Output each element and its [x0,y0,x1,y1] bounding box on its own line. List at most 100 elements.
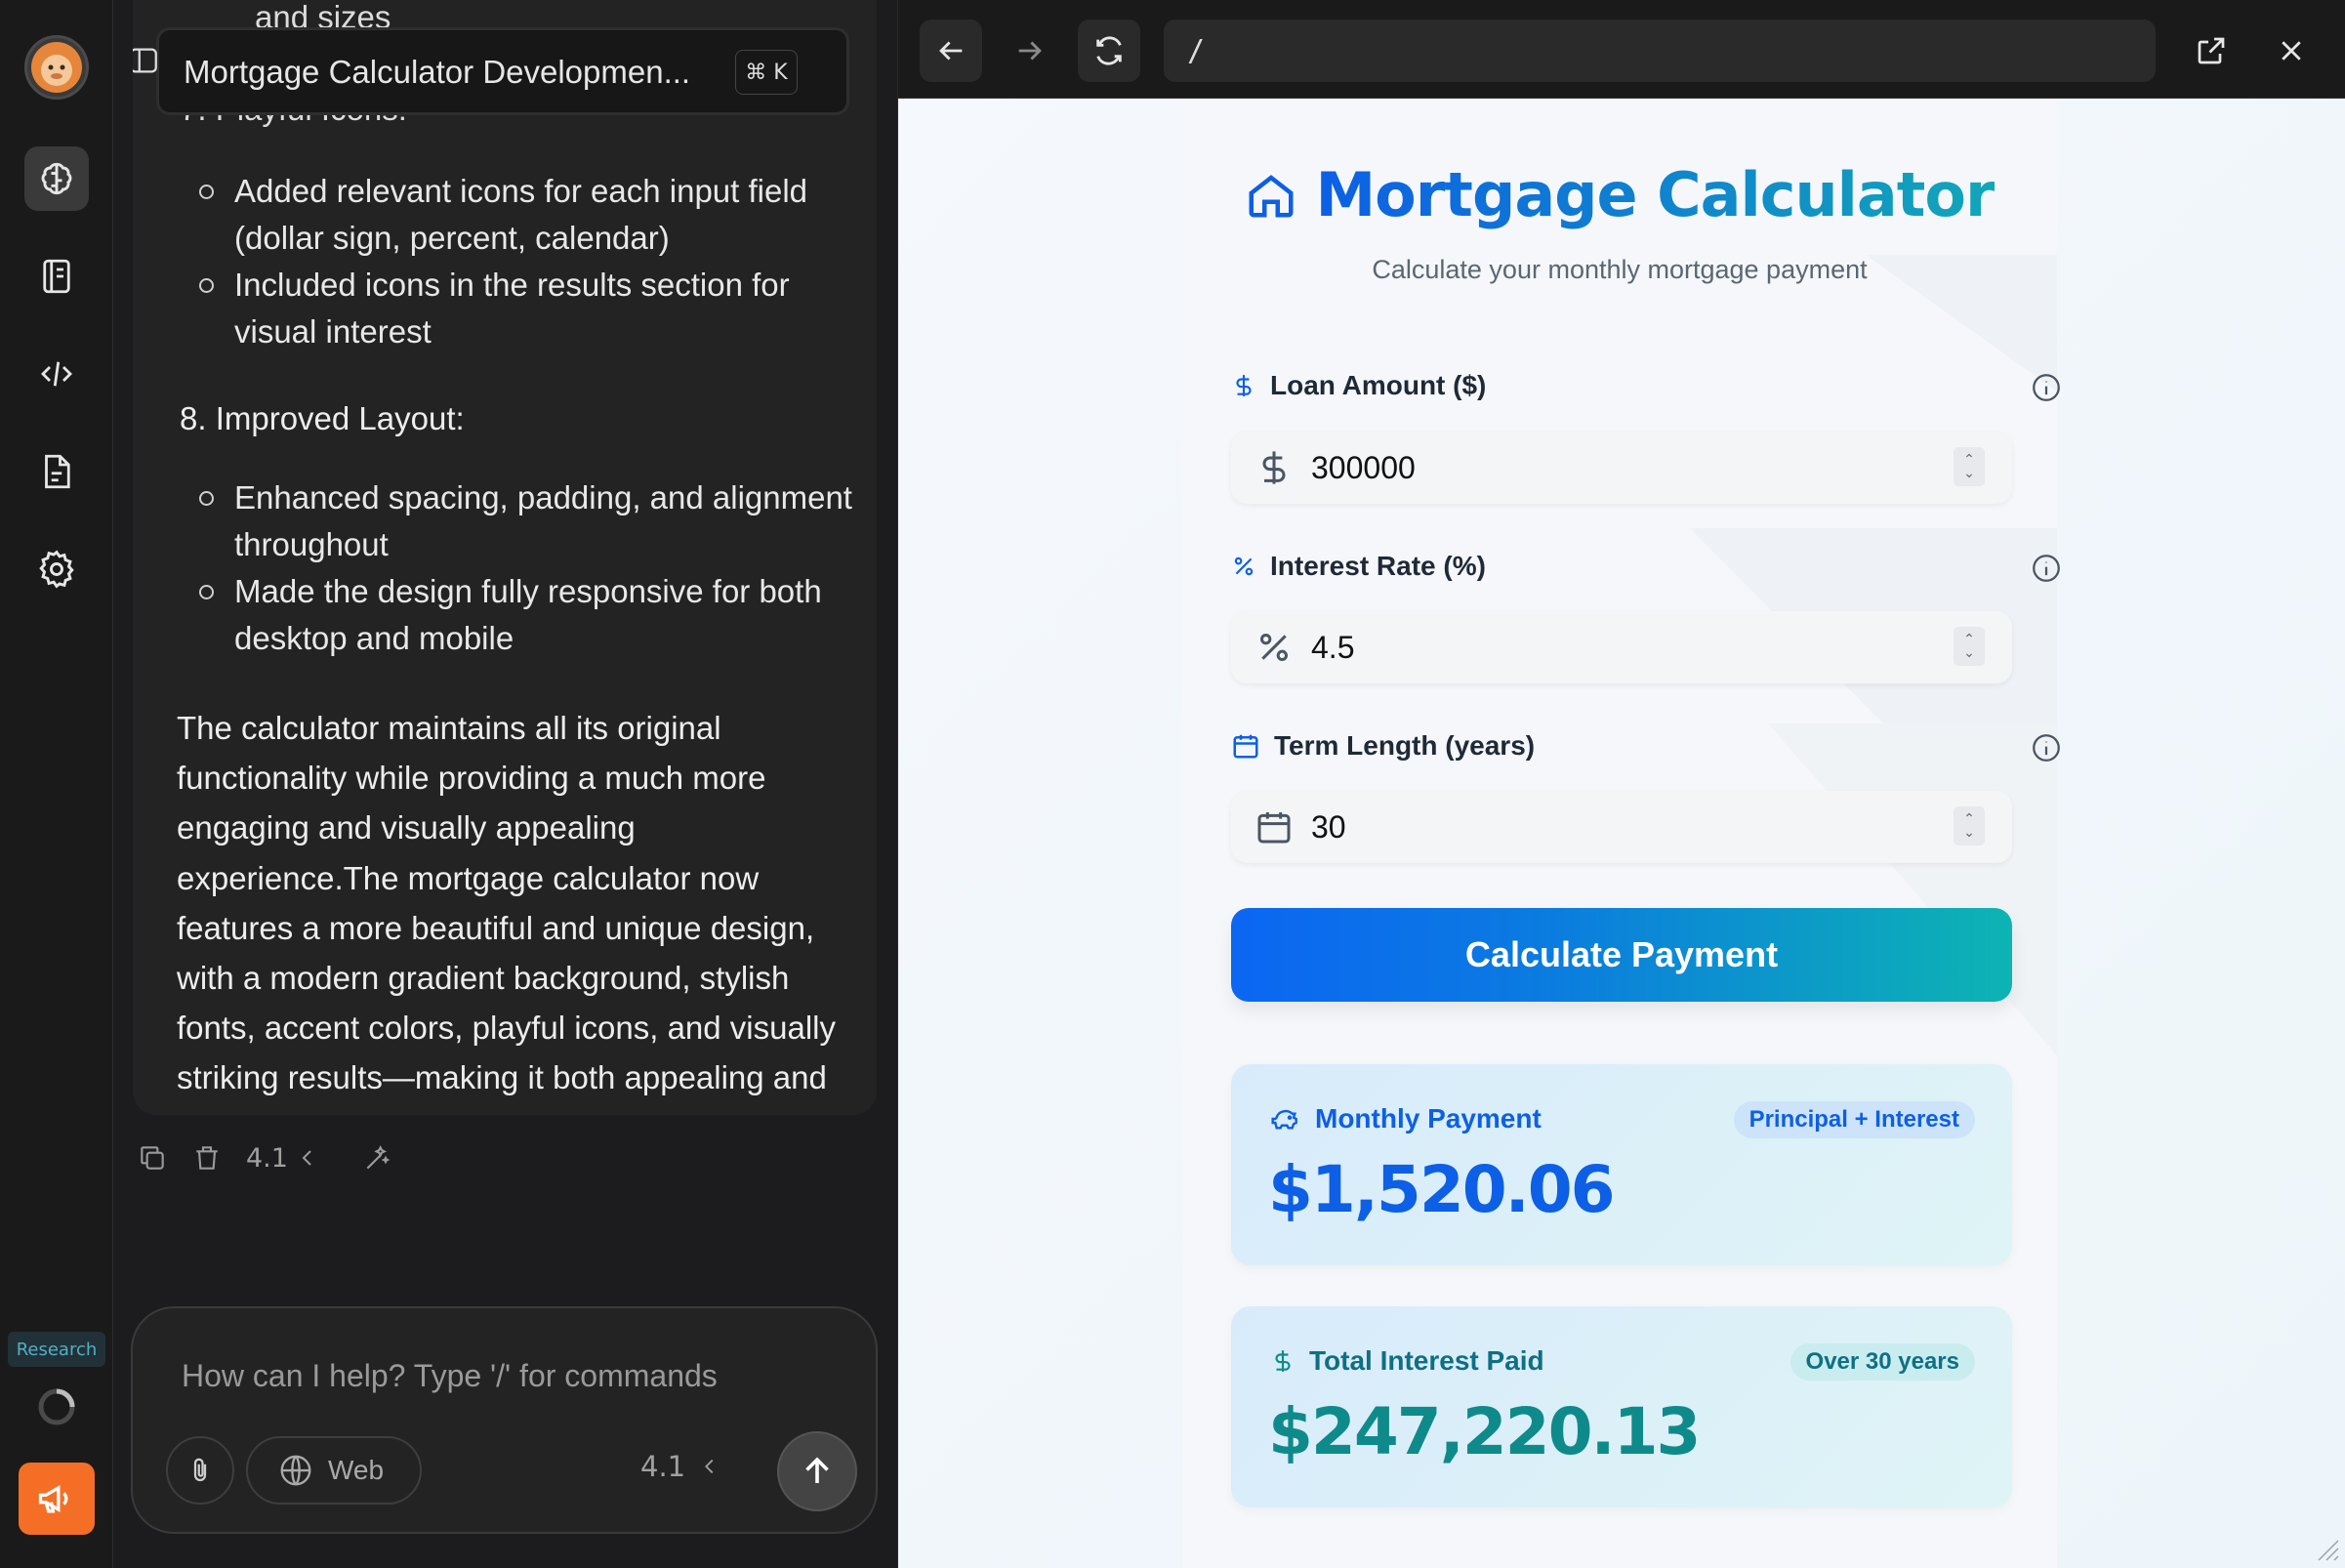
title-text: Mortgage Calculator [1315,159,1995,230]
info-icon[interactable] [2030,731,2063,764]
page-title: Mortgage Calculator [1182,159,2057,230]
calendar-icon [1233,734,1258,759]
arrow-left-icon [939,41,963,61]
web-toggle-button[interactable]: Web [246,1436,422,1505]
chat-panel: and sizes 7. Playful Icons: Mortgage Cal… [113,0,897,1568]
page-subtitle: Calculate your monthly mortgage payment [1372,255,1868,284]
interest-rate-field: ⌃⌄ [1231,611,2012,683]
chevron-left-icon [705,1459,714,1474]
message-composer: Web 4.1 [131,1306,878,1534]
number-stepper[interactable]: ⌃ ⌄ [1954,627,1985,666]
term-length-field: ⌃⌄ [1231,791,2012,863]
message-input[interactable] [182,1351,806,1400]
message-version[interactable]: 4.1 [246,1143,288,1174]
total-interest-label: Total Interest Paid [1270,1345,1544,1377]
dollar-icon [1262,451,1286,484]
paperclip-icon [193,1458,207,1482]
arrow-up-icon [805,1457,829,1483]
number-stepper[interactable]: ⌃ ⌄ [1954,806,1985,846]
improved-layout-heading: 8. Improved Layout: [180,400,465,436]
close-icon [2282,41,2301,61]
announcement-button[interactable] [19,1463,95,1535]
term-length-label: Term Length (years) [1231,730,1535,762]
calculate-payment-button[interactable]: Calculate Payment [1231,908,2012,1002]
external-link-icon [2198,37,2225,64]
number-stepper[interactable]: ⌃ ⌄ [1954,447,1985,486]
improved-layout-list: Enhanced spacing, padding, and alignment… [199,475,855,662]
message-actions: 4.1 [137,1142,417,1174]
loan-amount-label: Loan Amount ($) [1231,370,1486,401]
copy-icon[interactable] [137,1142,168,1174]
url-input[interactable] [1187,33,2156,68]
loan-amount-field: ⌃⌄ [1231,432,2012,504]
back-button[interactable] [920,20,982,82]
calendar-icon [1257,812,1291,844]
send-button[interactable] [777,1431,857,1511]
rail-notebook-button[interactable] [24,244,89,309]
monthly-payment-badge: Principal + Interest [1733,1101,1975,1138]
list-item: Made the design fully responsive for bot… [199,568,855,662]
megaphone-icon [38,1485,68,1513]
app-sidebar: Research [0,0,113,1568]
term-length-input[interactable] [1311,791,1916,863]
total-interest-value: $247,220.13 [1268,1394,1701,1469]
playful-icons-list: Added relevant icons for each input fiel… [199,168,845,355]
info-icon[interactable] [2030,371,2063,404]
code-pen-icon [41,361,72,387]
toggle-sidebar-icon[interactable] [133,44,160,77]
loan-amount-input[interactable] [1311,432,1916,504]
percent-icon [1260,634,1288,661]
url-bar[interactable] [1164,20,2156,82]
shortcut-hint: ⌘ K [735,50,798,95]
gear-icon [39,550,74,589]
total-interest-card: Total Interest Paid Over 30 years $247,2… [1231,1306,2012,1507]
model-version: 4.1 [640,1450,686,1483]
close-preview-button[interactable] [2260,20,2323,82]
info-icon[interactable] [2030,552,2063,585]
document-icon [45,454,70,489]
page-viewport: Mortgage Calculator Calculate your month… [898,99,2345,1568]
monkey-logo-icon [31,42,82,93]
chat-title[interactable]: Mortgage Calculator Developmen... [184,54,690,91]
reload-button[interactable] [1078,20,1140,82]
brain-icon [41,162,72,195]
loading-spinner-icon [37,1387,76,1426]
monthly-payment-label: Monthly Payment [1270,1103,1542,1135]
attach-button[interactable] [166,1436,234,1505]
rail-brain-button[interactable] [24,146,89,211]
notebook-icon [43,259,70,294]
globe-icon [280,1455,311,1486]
interest-rate-input[interactable] [1311,611,1916,683]
open-external-button[interactable] [2180,20,2242,82]
calculator-card: Mortgage Calculator Calculate your month… [1182,99,2060,1568]
dollar-icon [1236,375,1252,396]
browser-toolbar [898,0,2345,99]
chat-header: Mortgage Calculator Developmen... ⌘ K [133,27,849,115]
arrow-right-icon [1018,41,1042,61]
total-interest-badge: Over 30 years [1790,1343,1975,1381]
resize-grip-icon[interactable] [2313,1535,2340,1562]
list-item: Added relevant icons for each input fiel… [199,168,845,262]
user-avatar[interactable] [24,35,89,100]
model-version-selector[interactable]: 4.1 [640,1450,720,1483]
browser-preview: Mortgage Calculator Calculate your month… [897,0,2345,1568]
rail-code-button[interactable] [24,342,89,406]
trash-icon[interactable] [191,1142,223,1174]
chevron-left-icon[interactable] [296,1144,319,1172]
home-icon [1249,174,1294,217]
refresh-icon [1096,36,1122,65]
piggy-bank-icon [1271,1109,1297,1130]
forward-button[interactable] [999,20,1061,82]
monthly-payment-card: Monthly Payment Principal + Interest $1,… [1231,1064,2012,1265]
rail-settings-button[interactable] [24,537,89,601]
summary-paragraph: The calculator maintains all its origina… [177,710,837,1115]
interest-rate-label: Interest Rate (%) [1231,551,1486,582]
rail-document-button[interactable] [24,439,89,504]
dollar-icon [1275,1350,1291,1372]
research-badge[interactable]: Research [8,1332,105,1367]
list-item: Enhanced spacing, padding, and alignment… [199,475,855,568]
edit-wand-icon[interactable] [362,1142,393,1174]
assistant-message: and sizes 7. Playful Icons: Mortgage Cal… [133,0,877,1115]
monthly-payment-value: $1,520.06 [1268,1152,1616,1227]
list-item: Included icons in the results section fo… [199,262,845,355]
